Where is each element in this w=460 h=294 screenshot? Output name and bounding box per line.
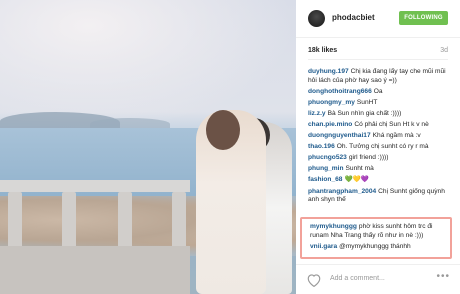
comment-text: Có phải chị Sun Ht k v nè bbox=[354, 120, 429, 128]
comment-username[interactable]: phantrangpham_2004 bbox=[308, 188, 376, 195]
comment-username[interactable]: phung_min bbox=[308, 165, 344, 172]
person-left-head bbox=[206, 110, 240, 150]
post-age: 3d bbox=[440, 47, 448, 54]
comment-username[interactable]: thao.196 bbox=[308, 143, 335, 150]
comment-username[interactable]: duyhung.197 bbox=[308, 68, 349, 75]
highlighted-comments-box: mymykhunggg phờ kiss sunht hôm trc đi run… bbox=[300, 217, 452, 259]
comment-username[interactable]: phuongmy_my bbox=[308, 99, 355, 106]
comment-username[interactable]: chan.pie.mino bbox=[308, 121, 352, 128]
divider bbox=[308, 59, 448, 60]
comment: donghothoitrang666 Oa bbox=[308, 88, 454, 97]
comments-list: duyhung.197 Chị kia đang lấy tay che mũi … bbox=[308, 68, 454, 207]
avatar[interactable] bbox=[308, 10, 325, 27]
comment: thao.196 Oh. Tưởng chị sunht có ry r mà bbox=[308, 143, 454, 152]
heart-icon[interactable] bbox=[306, 273, 322, 287]
comment-bar: Add a comment... ••• bbox=[296, 264, 460, 294]
railing-post bbox=[118, 192, 132, 248]
comment-text: Sunht mà bbox=[345, 165, 374, 173]
sky-haze bbox=[0, 0, 296, 130]
comment: phuongmy_my SunHT bbox=[308, 99, 454, 108]
comment: phung_min Sunht mà bbox=[308, 165, 454, 174]
comment: chan.pie.mino Có phải chị Sun Ht k v nè bbox=[308, 121, 454, 130]
railing-post bbox=[8, 192, 22, 248]
comment: phucngo523 girl friend :)))) bbox=[308, 154, 454, 163]
railing-base bbox=[0, 246, 190, 294]
comment-text: 💚💛💜 bbox=[344, 176, 370, 184]
comment: duyhung.197 Chị kia đang lấy tay che mũi … bbox=[308, 68, 454, 85]
comment-text: Oh. Tưởng chị sunht có ry r mà bbox=[336, 143, 429, 151]
comment-text: Bà Sun nhìn gia chất :)))) bbox=[327, 109, 402, 117]
comment-username[interactable]: mymykhunggg bbox=[310, 223, 357, 230]
comment-username[interactable]: phucngo523 bbox=[308, 154, 347, 161]
railing-post bbox=[172, 192, 186, 248]
comment: duongnguyenthai17 Khá ngầm mà :v bbox=[308, 132, 454, 141]
comment-username[interactable]: fashion_68 bbox=[308, 176, 342, 183]
comment: mymykhunggg phờ kiss sunht hôm trc đi run… bbox=[310, 223, 448, 240]
post-header: phodacbiet FOLLOWING bbox=[296, 0, 460, 38]
comment-username[interactable]: duongnguyenthai17 bbox=[308, 132, 371, 139]
likes-count[interactable]: 18k likes bbox=[308, 47, 337, 54]
comment-text: @mymykhunggg thánhh bbox=[339, 242, 411, 250]
comment-text: girl friend :)))) bbox=[348, 154, 389, 162]
comment-text: SunHT bbox=[356, 98, 378, 106]
comment-text: Oa bbox=[373, 87, 383, 95]
railing-post bbox=[62, 192, 76, 248]
add-comment-input[interactable]: Add a comment... bbox=[330, 275, 385, 282]
comment: phantrangpham_2004 Chị Sunht giống quỳnh … bbox=[308, 188, 454, 205]
comment: liz.z.y Bà Sun nhìn gia chất :)))) bbox=[308, 110, 454, 119]
more-icon[interactable]: ••• bbox=[436, 271, 450, 282]
following-button[interactable]: FOLLOWING bbox=[399, 11, 448, 25]
comment-text: Khá ngầm mà :v bbox=[372, 132, 421, 140]
comment: fashion_68 💚💛💜 bbox=[308, 176, 454, 185]
post-username[interactable]: phodacbiet bbox=[332, 13, 375, 22]
comment: vnii.gara @mymykhunggg thánhh bbox=[310, 243, 448, 252]
post-photo[interactable] bbox=[0, 0, 296, 294]
comment-username[interactable]: liz.z.y bbox=[308, 110, 326, 117]
comment-username[interactable]: donghothoitrang666 bbox=[308, 88, 372, 95]
railing-top bbox=[0, 180, 190, 192]
comment-username[interactable]: vnii.gara bbox=[310, 243, 337, 250]
